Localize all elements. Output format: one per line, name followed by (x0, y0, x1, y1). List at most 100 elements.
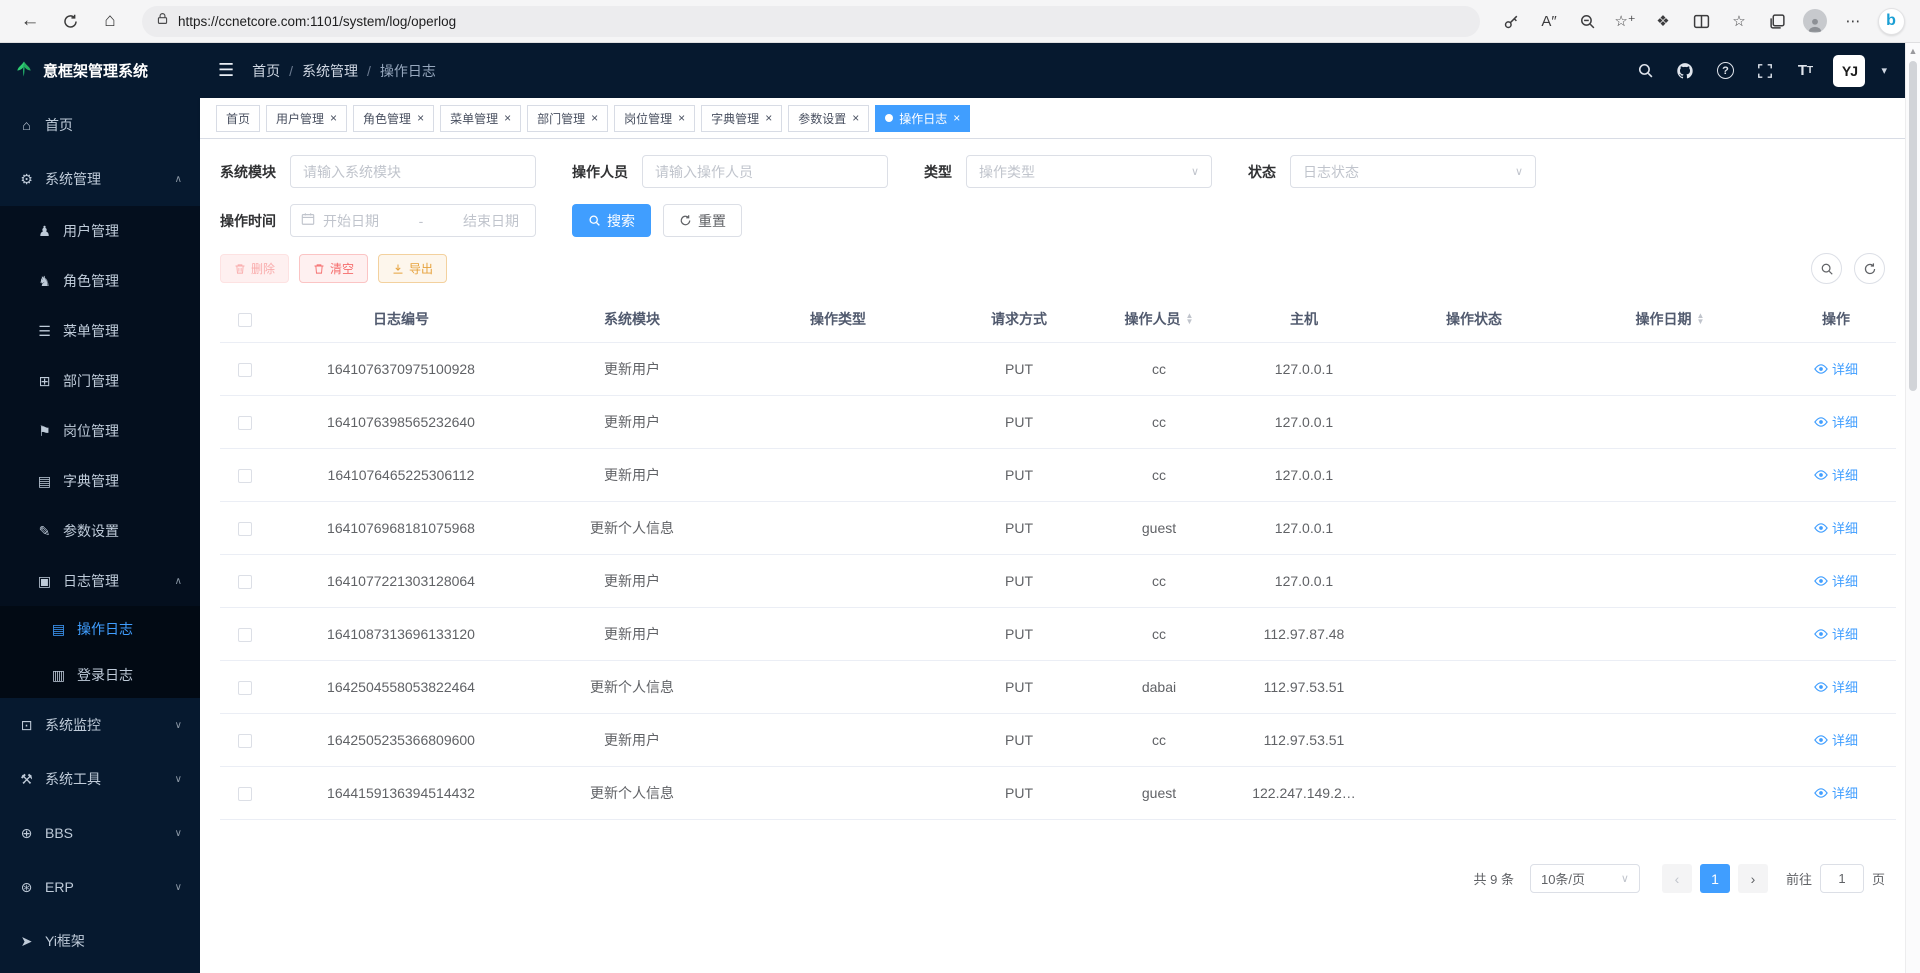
help-icon[interactable]: ? (1713, 59, 1737, 83)
tab-close-icon[interactable]: × (330, 112, 337, 124)
sidebar-item[interactable]: ⚑ 岗位管理 (0, 406, 200, 456)
type-select[interactable]: 操作类型 ∨ (966, 155, 1212, 188)
select-all-checkbox[interactable] (238, 313, 252, 327)
table-row[interactable]: 1644159136394514432 更新个人信息 PUT guest 122… (220, 767, 1896, 820)
clear-button[interactable]: 清空 (299, 254, 368, 283)
more-options-icon[interactable]: ⋯ (1836, 6, 1870, 37)
row-checkbox[interactable] (238, 522, 252, 536)
fullscreen-icon[interactable] (1753, 59, 1777, 83)
address-bar[interactable]: https://ccnetcore.com:1101/system/log/op… (142, 6, 1480, 37)
start-date-placeholder[interactable]: 开始日期 (323, 211, 411, 231)
extensions-icon[interactable]: ❖ (1646, 6, 1680, 37)
tab-close-icon[interactable]: × (417, 112, 424, 124)
zoom-out-icon[interactable] (1570, 6, 1604, 37)
avatar-dropdown-caret-icon[interactable]: ▾ (1881, 64, 1887, 77)
show-search-icon[interactable] (1811, 253, 1842, 284)
collapse-sidebar-icon[interactable]: ☰ (218, 60, 234, 81)
page-1-button[interactable]: 1 (1700, 864, 1730, 893)
sidebar-item[interactable]: ⊡ 系统监控 ∨ (0, 698, 200, 752)
detail-link[interactable]: 详细 (1814, 571, 1858, 590)
end-date-placeholder[interactable]: 结束日期 (431, 211, 525, 231)
search-button[interactable]: 搜索 (572, 204, 651, 237)
column-header[interactable]: 操作日期 ▲▼ (1564, 296, 1776, 343)
goto-page-input[interactable] (1820, 864, 1864, 893)
column-header[interactable]: 请求方式 (944, 296, 1094, 343)
column-header[interactable]: 日志编号 (270, 296, 532, 343)
detail-link[interactable]: 详细 (1814, 465, 1858, 484)
row-checkbox[interactable] (238, 734, 252, 748)
export-button[interactable]: 导出 (378, 254, 447, 283)
column-header[interactable]: 系统模块 (532, 296, 732, 343)
row-checkbox[interactable] (238, 575, 252, 589)
page-tab[interactable]: 部门管理 × (527, 105, 608, 132)
column-header[interactable]: 操作人员 ▲▼ (1094, 296, 1224, 343)
sidebar-item[interactable]: ⚒ 系统工具 ∨ (0, 752, 200, 806)
back-button[interactable]: ← (12, 4, 48, 38)
sidebar-item[interactable]: ♞ 角色管理 (0, 256, 200, 306)
sidebar-item[interactable]: ▥ 登录日志 (0, 652, 200, 698)
table-row[interactable]: 1641076398565232640 更新用户 PUT cc 127.0.0.… (220, 396, 1896, 449)
split-screen-icon[interactable] (1684, 6, 1718, 37)
row-checkbox[interactable] (238, 628, 252, 642)
app-logo[interactable]: 意框架管理系统 (0, 43, 200, 98)
tab-close-icon[interactable]: × (953, 112, 960, 124)
sort-icons[interactable]: ▲▼ (1186, 313, 1194, 325)
detail-link[interactable]: 详细 (1814, 783, 1858, 802)
tab-close-icon[interactable]: × (504, 112, 511, 124)
row-checkbox[interactable] (238, 416, 252, 430)
collections-icon[interactable] (1760, 6, 1794, 37)
table-row[interactable]: 1641076370975100928 更新用户 PUT cc 127.0.0.… (220, 343, 1896, 396)
table-row[interactable]: 1642504558053822464 更新个人信息 PUT dabai 112… (220, 661, 1896, 714)
column-header[interactable]: 主机 (1224, 296, 1384, 343)
page-tab[interactable]: 操作日志 × (875, 105, 970, 132)
add-favorite-icon[interactable]: ☆⁺ (1608, 6, 1642, 37)
sidebar-item[interactable]: ⊞ 部门管理 (0, 356, 200, 406)
tab-close-icon[interactable]: × (678, 112, 685, 124)
page-tab[interactable]: 首页 (216, 105, 260, 132)
favorites-icon[interactable]: ☆ (1722, 6, 1756, 37)
operator-input[interactable] (642, 155, 888, 188)
page-size-select[interactable]: 10条/页 ∨ (1530, 864, 1640, 893)
detail-link[interactable]: 详细 (1814, 359, 1858, 378)
row-checkbox[interactable] (238, 681, 252, 695)
page-tab[interactable]: 角色管理 × (353, 105, 434, 132)
breadcrumb-system[interactable]: 系统管理 (302, 61, 358, 81)
reset-button[interactable]: 重置 (663, 204, 742, 237)
sidebar-item[interactable]: ✎ 参数设置 (0, 506, 200, 556)
column-header[interactable]: 操作类型 (732, 296, 944, 343)
tab-close-icon[interactable]: × (765, 112, 772, 124)
user-avatar[interactable]: YJ (1833, 55, 1865, 87)
sidebar-item[interactable]: ☰ 菜单管理 (0, 306, 200, 356)
page-tab[interactable]: 用户管理 × (266, 105, 347, 132)
column-header[interactable]: 操作状态 (1384, 296, 1564, 343)
font-size-icon[interactable]: TT (1793, 59, 1817, 83)
reload-button[interactable] (52, 4, 88, 38)
delete-button[interactable]: 删除 (220, 254, 289, 283)
page-tab[interactable]: 参数设置 × (788, 105, 869, 132)
breadcrumb-home[interactable]: 首页 (252, 61, 280, 81)
table-row[interactable]: 1642505235366809600 更新用户 PUT cc 112.97.5… (220, 714, 1896, 767)
prev-page-button[interactable]: ‹ (1662, 864, 1692, 893)
refresh-table-icon[interactable] (1854, 253, 1885, 284)
profile-avatar-icon[interactable] (1798, 6, 1832, 37)
sidebar-item[interactable]: ⌂ 首页 (0, 98, 200, 152)
next-page-button[interactable]: › (1738, 864, 1768, 893)
sidebar-item[interactable]: ▤ 字典管理 (0, 456, 200, 506)
date-range-picker[interactable]: 开始日期 - 结束日期 (290, 204, 536, 237)
module-input[interactable] (290, 155, 536, 188)
detail-link[interactable]: 详细 (1814, 730, 1858, 749)
bing-copilot-icon[interactable]: b (1874, 6, 1908, 37)
row-checkbox[interactable] (238, 787, 252, 801)
detail-link[interactable]: 详细 (1814, 677, 1858, 696)
read-aloud-icon[interactable]: A″ (1532, 6, 1566, 37)
detail-link[interactable]: 详细 (1814, 624, 1858, 643)
tab-close-icon[interactable]: × (852, 112, 859, 124)
sidebar-item[interactable]: ♟ 用户管理 (0, 206, 200, 256)
sidebar-item[interactable]: ▣ 日志管理 ∧ (0, 556, 200, 606)
password-key-icon[interactable] (1494, 6, 1528, 37)
page-tab[interactable]: 字典管理 × (701, 105, 782, 132)
vertical-scrollbar[interactable]: ▲ (1905, 43, 1920, 973)
row-checkbox[interactable] (238, 363, 252, 377)
table-row[interactable]: 1641076465225306112 更新用户 PUT cc 127.0.0.… (220, 449, 1896, 502)
home-button[interactable]: ⌂ (92, 4, 128, 38)
